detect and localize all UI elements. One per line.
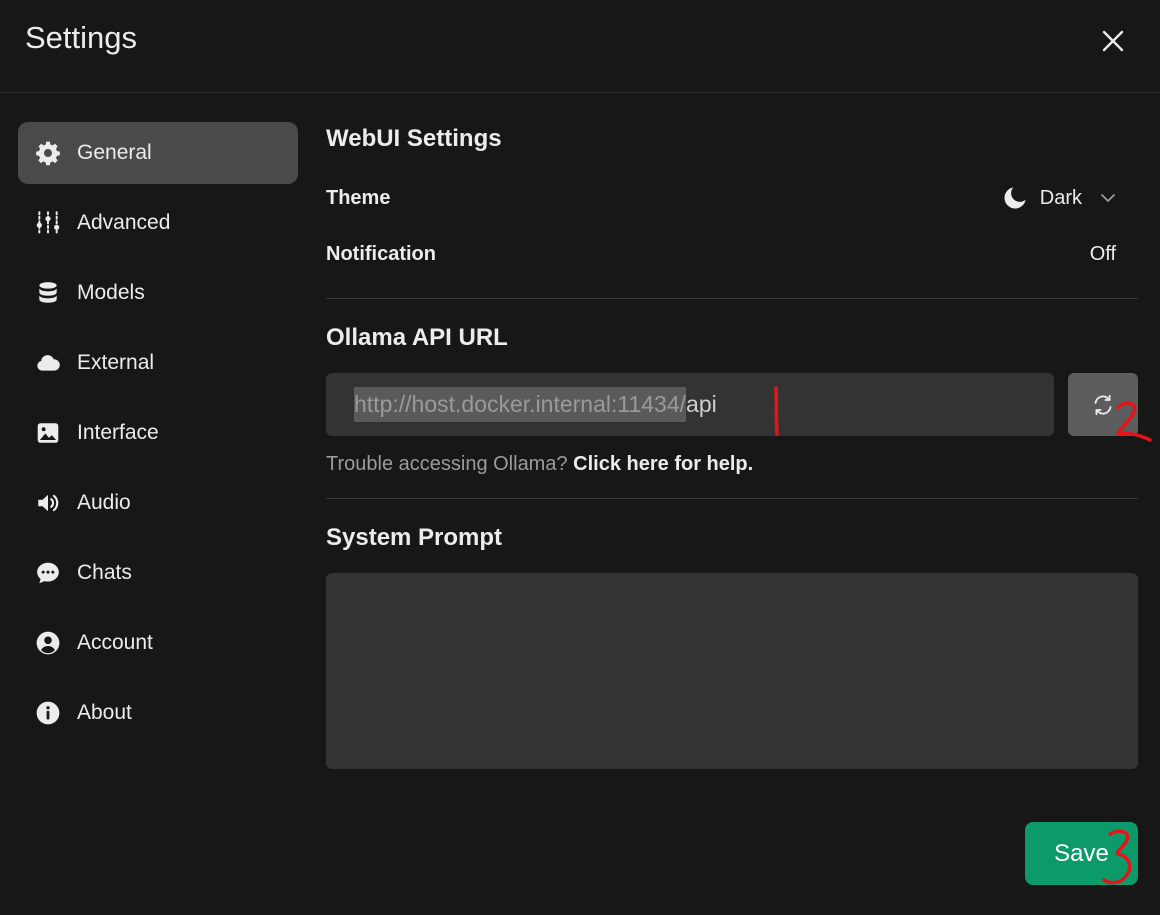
system-prompt-textarea[interactable]	[326, 573, 1138, 769]
help-text: Trouble accessing Ollama?	[326, 453, 568, 475]
moon-icon	[1004, 187, 1026, 209]
cloud-icon	[35, 350, 61, 376]
sidebar-item-label: Audio	[77, 491, 131, 514]
help-link[interactable]: Click here for help.	[573, 453, 753, 475]
ollama-help-text: Trouble accessing Ollama? Click here for…	[326, 453, 1138, 476]
sidebar-item-general[interactable]: General	[18, 122, 298, 184]
database-icon	[35, 280, 61, 306]
ollama-url-row: http://host.docker.internal:11434/api	[326, 373, 1138, 436]
ollama-url-input[interactable]: http://host.docker.internal:11434/api	[326, 373, 1054, 436]
divider	[326, 298, 1138, 299]
divider	[326, 498, 1138, 499]
sliders-icon	[35, 210, 61, 236]
info-icon	[35, 700, 61, 726]
settings-main: WebUI Settings Theme Dark Notification O…	[326, 122, 1138, 769]
modal-header: Settings	[0, 0, 1160, 93]
sidebar-item-advanced[interactable]: Advanced	[18, 192, 298, 254]
url-rest-text: api	[686, 391, 717, 417]
image-icon	[35, 420, 61, 446]
sidebar-item-external[interactable]: External	[18, 332, 298, 394]
sidebar-item-label: Chats	[77, 561, 132, 584]
system-prompt-title: System Prompt	[326, 524, 503, 551]
notification-row: Notification Off	[326, 239, 1138, 269]
modal-title: Settings	[25, 20, 138, 55]
speaker-icon	[35, 490, 61, 516]
url-selected-text: http://host.docker.internal:11434/	[354, 387, 687, 422]
sidebar-item-label: About	[77, 701, 132, 724]
sidebar-item-chats[interactable]: Chats	[18, 542, 298, 604]
sidebar-item-label: External	[77, 351, 155, 374]
chat-bubble-icon	[35, 560, 61, 586]
refresh-icon	[1094, 394, 1112, 415]
sidebar-item-about[interactable]: About	[18, 682, 298, 744]
gear-icon	[35, 140, 61, 166]
sidebar-item-account[interactable]: Account	[18, 612, 298, 674]
notification-toggle[interactable]: Off	[1090, 243, 1138, 266]
theme-row: Theme Dark	[326, 183, 1138, 213]
sidebar-item-label: General	[77, 141, 152, 164]
save-button[interactable]: Save	[1025, 822, 1138, 885]
sidebar-item-label: Account	[77, 631, 153, 654]
settings-sidebar: General Advanced Models External Interfa…	[18, 122, 298, 752]
theme-value: Dark	[1039, 186, 1082, 209]
sidebar-item-audio[interactable]: Audio	[18, 472, 298, 534]
chevron-down-icon	[1101, 194, 1115, 202]
theme-label: Theme	[326, 186, 391, 209]
ollama-api-url-title: Ollama API URL	[326, 324, 508, 351]
sidebar-item-label: Advanced	[77, 211, 171, 234]
webui-settings-title: WebUI Settings	[326, 125, 502, 152]
sidebar-item-label: Models	[77, 281, 145, 304]
close-icon	[1102, 30, 1124, 52]
refresh-button[interactable]	[1068, 373, 1138, 436]
notification-label: Notification	[326, 242, 436, 265]
close-button[interactable]	[1096, 24, 1130, 58]
sidebar-item-label: Interface	[77, 421, 159, 444]
settings-modal: Settings General Advanced Models Externa…	[0, 0, 1160, 915]
sidebar-item-models[interactable]: Models	[18, 262, 298, 324]
sidebar-item-interface[interactable]: Interface	[18, 402, 298, 464]
user-circle-icon	[35, 630, 61, 656]
theme-select[interactable]: Dark	[1002, 185, 1138, 211]
